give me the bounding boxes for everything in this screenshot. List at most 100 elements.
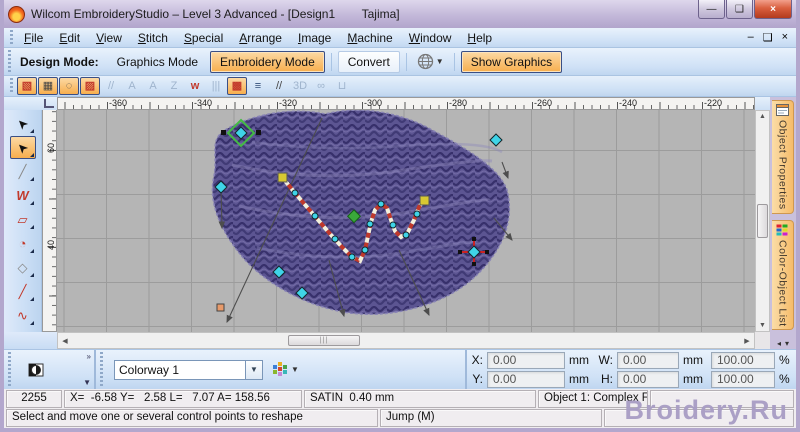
design-canvas[interactable] <box>57 110 755 332</box>
menu-special[interactable]: Special <box>176 29 231 47</box>
threed-icon[interactable]: 3D <box>290 77 310 95</box>
embroidery-mode-button[interactable]: Embroidery Mode <box>210 50 325 73</box>
maximize-button[interactable]: ❑ <box>726 0 753 19</box>
vertical-scrollbar[interactable]: ▲ ▼ <box>755 110 770 332</box>
scroll-down-icon[interactable]: ▼ <box>759 320 766 331</box>
input-c-icon[interactable]: A <box>143 77 163 95</box>
knife-tool[interactable]: ╱ <box>10 160 36 183</box>
menu-help[interactable]: Help <box>459 29 500 47</box>
scroll-left-icon[interactable]: ◀ <box>58 337 72 345</box>
menu-view[interactable]: View <box>88 29 130 47</box>
hatch-icon[interactable]: // <box>269 77 289 95</box>
closed-shape-tool[interactable]: ▱ <box>10 208 36 231</box>
bitmap-toolbar: » ▼ <box>4 350 96 389</box>
basket-icon[interactable]: ⊔ <box>332 77 352 95</box>
colorway-editor-button[interactable]: ▼ <box>273 362 299 377</box>
scroll-right-icon[interactable]: ▶ <box>740 337 754 345</box>
circle-icon: ◔ <box>18 236 27 251</box>
zigzag-fill-icon[interactable]: ▧ <box>17 77 37 95</box>
docked-panel-strip: Object Properties Color-Object List ◂ ▾ <box>770 97 796 350</box>
hoop-globe-button[interactable]: ▼ <box>413 51 448 72</box>
run-stitch-tool[interactable]: ╱ <box>10 280 36 303</box>
show-graphics-button[interactable]: Show Graphics <box>460 50 563 73</box>
toolbar-grip[interactable] <box>6 352 12 387</box>
menu-file[interactable]: File <box>16 29 51 47</box>
convert-button[interactable]: Convert <box>337 50 400 73</box>
glasses-icon[interactable]: ∞ <box>311 77 331 95</box>
panel-prev-icon[interactable]: ◂ <box>777 339 781 348</box>
x-field[interactable]: 0.00 <box>487 351 565 369</box>
manual-stitch-tool[interactable]: ∿ <box>10 304 36 327</box>
ruler-label: -320 <box>279 98 298 108</box>
toolbar-grip[interactable] <box>98 352 104 387</box>
column-icon[interactable]: ||| <box>206 77 226 95</box>
bottom-toolbar: » ▼ Colorway 1 ▼ ▼ X: 0.00 mm W: 0.00 mm… <box>4 349 796 389</box>
hscroll-thumb[interactable]: ||| <box>288 335 360 346</box>
x-label: X: <box>471 353 483 367</box>
panel-next-icon[interactable]: ▾ <box>785 339 789 348</box>
overflow-chevron-icon[interactable]: » <box>87 352 91 361</box>
ruler-label: -300 <box>364 98 383 108</box>
fancy-fill-icon[interactable]: ▨ <box>80 77 100 95</box>
h-scale-field[interactable]: 100.00 <box>711 370 775 388</box>
mdi-close-button[interactable]: × <box>782 31 788 44</box>
h-field[interactable]: 0.00 <box>617 370 679 388</box>
ruler-row: -360 -340 -320 -300 -280 -260 -240 -220 <box>4 97 796 110</box>
ruler-label: -360 <box>109 98 128 108</box>
w-scale-field[interactable]: 100.00 <box>711 351 775 369</box>
percent-label: % <box>779 372 790 386</box>
x-unit: mm <box>569 353 589 367</box>
ruler-label: -220 <box>704 98 723 108</box>
show-bitmap-button[interactable] <box>24 358 48 382</box>
menu-window[interactable]: Window <box>401 29 460 47</box>
status-hint: Select and move one or several control p… <box>6 409 378 427</box>
tab-object-properties[interactable]: Object Properties <box>772 100 794 214</box>
chevron-down-icon[interactable]: ▼ <box>246 359 263 380</box>
stitch-type-info: SATIN 0.40 mm <box>304 390 536 408</box>
star-shape-tool[interactable]: ◇ <box>10 256 36 279</box>
lettering-tool[interactable]: W <box>10 184 36 207</box>
current-stitch-mode: Jump (M) <box>380 409 602 427</box>
stitch-count: 2255 <box>6 390 62 408</box>
input-a-icon[interactable]: // <box>101 77 121 95</box>
mdi-restore-button[interactable]: ❑ <box>763 31 773 44</box>
reshape-icon: ➤ <box>12 138 32 158</box>
graphics-mode-button[interactable]: Graphics Mode <box>107 51 208 73</box>
minimize-button[interactable]: — <box>698 0 725 19</box>
toolbar-grip[interactable] <box>8 78 14 94</box>
horizontal-scrollbar[interactable]: ◀ ||| ▶ <box>57 332 755 349</box>
menu-image[interactable]: Image <box>290 29 339 47</box>
scroll-up-icon[interactable]: ▲ <box>759 111 766 122</box>
zigzag-line-icon[interactable]: w <box>185 77 205 95</box>
knife-icon: ╱ <box>18 163 27 179</box>
pattern-fill-icon[interactable]: ▩ <box>227 77 247 95</box>
colorway-value[interactable]: Colorway 1 <box>114 359 246 380</box>
toolbar-grip[interactable] <box>6 50 12 73</box>
chevron-down-icon[interactable]: ▼ <box>83 378 91 387</box>
stitch-lines-icon[interactable]: ≡ <box>248 77 268 95</box>
ruler-origin-icon <box>4 97 57 110</box>
vscroll-thumb[interactable] <box>757 204 768 238</box>
tatami-fill-icon[interactable]: ▦ <box>38 77 58 95</box>
menu-machine[interactable]: Machine <box>339 29 400 47</box>
close-button[interactable]: × <box>754 0 792 19</box>
menu-edit[interactable]: Edit <box>51 29 88 47</box>
menu-stitch[interactable]: Stitch <box>130 29 176 47</box>
skew-icon[interactable]: Z <box>164 77 184 95</box>
w-field[interactable]: 0.00 <box>617 351 679 369</box>
mdi-minimize-button[interactable]: – <box>748 31 754 44</box>
toolbar-grip[interactable] <box>8 30 14 45</box>
tab-color-object-list[interactable]: Color-Object List <box>772 219 794 331</box>
circle-tool[interactable]: ◔ <box>10 232 36 255</box>
titlebar: Wilcom EmbroideryStudio – Level 3 Advanc… <box>4 0 796 28</box>
motif-run-icon[interactable]: ◌ <box>59 77 79 95</box>
select-tool[interactable]: ➤ <box>10 112 36 135</box>
separator <box>453 52 455 71</box>
menu-arrange[interactable]: Arrange <box>231 29 290 47</box>
reshape-tool[interactable]: ➤ <box>9 136 36 159</box>
y-field[interactable]: 0.00 <box>487 370 565 388</box>
toolbar-spacer <box>4 332 57 349</box>
input-b-icon[interactable]: A <box>122 77 142 95</box>
colorway-select[interactable]: Colorway 1 ▼ <box>114 359 263 380</box>
statusbar: 2255 X= -6.58 Y= 2.58 L= 7.07 A= 158.56 … <box>4 389 796 428</box>
